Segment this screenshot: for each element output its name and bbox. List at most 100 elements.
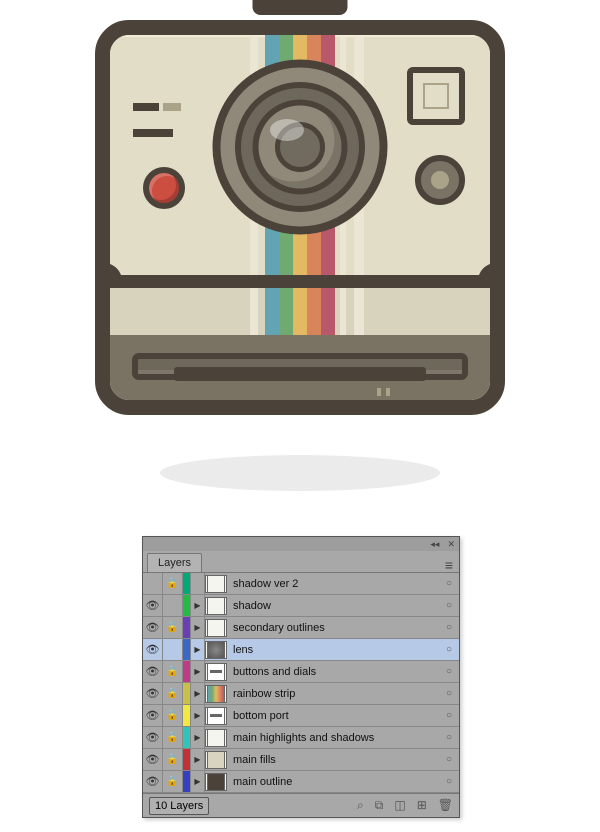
layer-row[interactable]: 👁🔒▶main highlights and shadows○ (143, 727, 459, 749)
layer-name: bottom port (227, 710, 439, 722)
eye-icon: 👁 (146, 665, 160, 678)
camera-illustration (95, 20, 505, 415)
layer-thumbnail (205, 641, 227, 659)
layer-row[interactable]: 👁 ▶ lens○ (143, 639, 459, 661)
disclosure-toggle[interactable]: ▶ (191, 639, 205, 660)
lock-toggle[interactable]: 🔒 (163, 749, 183, 770)
layer-name: lens (227, 644, 439, 656)
target-icon[interactable]: ○ (439, 688, 459, 699)
layer-color (183, 617, 191, 638)
camera-top-accent (253, 0, 348, 15)
layer-thumbnail (205, 729, 227, 747)
lock-icon: 🔒 (166, 732, 178, 743)
target-icon[interactable]: ○ (439, 644, 459, 655)
drop-shadow (160, 455, 440, 491)
panel-menu-icon[interactable]: ≡ (445, 558, 453, 572)
panel-header: ◂◂ ✕ (143, 537, 459, 551)
visibility-toggle[interactable]: 👁 (143, 683, 163, 704)
visibility-toggle[interactable]: 👁 (143, 639, 163, 660)
eye-icon: 👁 (146, 687, 160, 700)
tab-layers[interactable]: Layers (147, 553, 202, 572)
visibility-toggle[interactable]: 👁 (143, 771, 163, 792)
target-icon[interactable]: ○ (439, 622, 459, 633)
disclosure-toggle[interactable]: ▶ (191, 661, 205, 682)
disclosure-toggle[interactable]: ▶ (191, 749, 205, 770)
layer-row[interactable]: 🔒shadow ver 2○ (143, 573, 459, 595)
lock-toggle[interactable]: 🔒 (163, 771, 183, 792)
triangle-icon: ▶ (194, 733, 200, 742)
layers-list: 🔒shadow ver 2○👁▶shadow○👁🔒▶secondary outl… (143, 573, 459, 793)
layer-name: rainbow strip (227, 688, 439, 700)
layer-thumbnail (205, 773, 227, 791)
panel-tabbar: Layers ≡ (143, 551, 459, 573)
triangle-icon: ▶ (194, 755, 200, 764)
triangle-icon: ▶ (194, 667, 200, 676)
target-icon[interactable]: ○ (439, 600, 459, 611)
lock-toggle[interactable] (163, 595, 183, 616)
lock-toggle[interactable]: 🔒 (163, 661, 183, 682)
layer-thumbnail (205, 707, 227, 725)
visibility-toggle[interactable]: 👁 (143, 727, 163, 748)
layer-row[interactable]: 👁🔒 ▶ bottom port○ (143, 705, 459, 727)
visibility-toggle[interactable]: 👁 (143, 705, 163, 726)
new-layer-icon[interactable]: ⊞ (417, 798, 427, 813)
lock-icon: 🔒 (166, 578, 178, 589)
layer-count: 10 Layers (149, 797, 209, 815)
eye-icon: 👁 (146, 709, 160, 722)
layer-name: main outline (227, 776, 439, 788)
layer-name: buttons and dials (227, 666, 439, 678)
eye-icon: 👁 (146, 731, 160, 744)
visibility-toggle[interactable]: 👁 (143, 595, 163, 616)
viewfinder (407, 67, 465, 125)
layer-color (183, 705, 191, 726)
lens-highlight (270, 119, 304, 141)
layer-name: main fills (227, 754, 439, 766)
disclosure-toggle[interactable]: ▶ (191, 727, 205, 748)
layer-color (183, 595, 191, 616)
lock-toggle[interactable] (163, 639, 183, 660)
close-icon[interactable]: ✕ (447, 540, 455, 549)
disclosure-toggle[interactable]: ▶ (191, 683, 205, 704)
disclosure-toggle[interactable] (191, 573, 205, 594)
layer-row[interactable]: 👁 🔒 ▶ buttons and dials○ (143, 661, 459, 683)
layer-row[interactable]: 👁 🔒 ▶ rainbow strip○ (143, 683, 459, 705)
target-icon[interactable]: ○ (439, 710, 459, 721)
lock-icon: 🔒 (166, 688, 178, 699)
layer-row[interactable]: 👁🔒 ▶ main fills○ (143, 749, 459, 771)
shutter-button (143, 167, 185, 209)
disclosure-toggle[interactable]: ▶ (191, 705, 205, 726)
layer-row[interactable]: 👁🔒 ▶ main outline○ (143, 771, 459, 793)
layer-thumbnail (205, 685, 227, 703)
visibility-toggle[interactable] (143, 573, 163, 594)
lock-toggle[interactable]: 🔒 (163, 573, 183, 594)
clip-icon[interactable]: ⧉ (375, 798, 384, 813)
visibility-toggle[interactable]: 👁 (143, 661, 163, 682)
disclosure-toggle[interactable]: ▶ (191, 771, 205, 792)
target-icon[interactable]: ○ (439, 732, 459, 743)
disclosure-toggle[interactable]: ▶ (191, 595, 205, 616)
layer-row[interactable]: 👁▶shadow○ (143, 595, 459, 617)
target-icon[interactable]: ○ (439, 666, 459, 677)
layer-thumbnail (205, 663, 227, 681)
layer-row[interactable]: 👁🔒▶secondary outlines○ (143, 617, 459, 639)
lock-toggle[interactable]: 🔒 (163, 727, 183, 748)
target-icon[interactable]: ○ (439, 776, 459, 787)
collapse-icon[interactable]: ◂◂ (430, 540, 439, 549)
visibility-toggle[interactable]: 👁 (143, 617, 163, 638)
layer-thumbnail (205, 751, 227, 769)
new-sublayer-icon[interactable]: ◫ (394, 798, 405, 813)
target-icon[interactable]: ○ (439, 578, 459, 589)
search-icon[interactable]: ⌕ (357, 798, 364, 813)
lock-toggle[interactable]: 🔒 (163, 683, 183, 704)
lock-icon: 🔒 (166, 754, 178, 765)
disclosure-toggle[interactable]: ▶ (191, 617, 205, 638)
lock-icon: 🔒 (166, 666, 178, 677)
lock-toggle[interactable]: 🔒 (163, 617, 183, 638)
layer-color (183, 573, 191, 594)
target-icon[interactable]: ○ (439, 754, 459, 765)
trash-icon[interactable]: 🗑 (438, 798, 453, 813)
eye-icon: 👁 (146, 599, 160, 612)
visibility-toggle[interactable]: 👁 (143, 749, 163, 770)
lock-icon: 🔒 (166, 622, 178, 633)
lock-toggle[interactable]: 🔒 (163, 705, 183, 726)
